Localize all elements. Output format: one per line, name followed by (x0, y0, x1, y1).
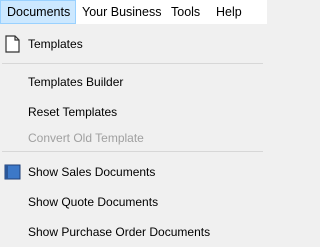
menu-item-show-sales-documents[interactable]: Show Sales Documents (0, 159, 267, 185)
menu-help[interactable]: Help (216, 0, 242, 24)
menu-item-label: Templates Builder (28, 75, 124, 89)
menu-item-label: Reset Templates (28, 105, 118, 119)
menu-item-label: Show Purchase Order Documents (28, 225, 211, 239)
menu-item-label: Templates (28, 37, 83, 51)
documents-dropdown-menu: Templates Templates Builder Reset Templa… (0, 24, 267, 247)
menu-separator (2, 151, 263, 152)
menu-your-business[interactable]: Your Business (82, 0, 161, 24)
menu-item-show-purchase-order-documents[interactable]: Show Purchase Order Documents (0, 219, 267, 245)
menu-item-convert-old-template: Convert Old Template (0, 125, 267, 151)
menu-item-templates-builder[interactable]: Templates Builder (0, 69, 267, 95)
menu-item-label: Show Quote Documents (28, 195, 159, 209)
menu-item-reset-templates[interactable]: Reset Templates (0, 99, 267, 125)
menu-item-label: Convert Old Template (28, 131, 144, 145)
menu-item-templates[interactable]: Templates (0, 31, 267, 57)
menu-bar: Documents Your Business Tools Help (0, 0, 267, 24)
menu-item-label: Show Sales Documents (28, 165, 156, 179)
book-icon (4, 164, 21, 180)
menu-item-show-quote-documents[interactable]: Show Quote Documents (0, 189, 267, 215)
document-icon (5, 35, 20, 53)
menu-documents[interactable]: Documents (0, 0, 76, 24)
menu-tools[interactable]: Tools (171, 0, 200, 24)
menu-separator (2, 63, 263, 64)
